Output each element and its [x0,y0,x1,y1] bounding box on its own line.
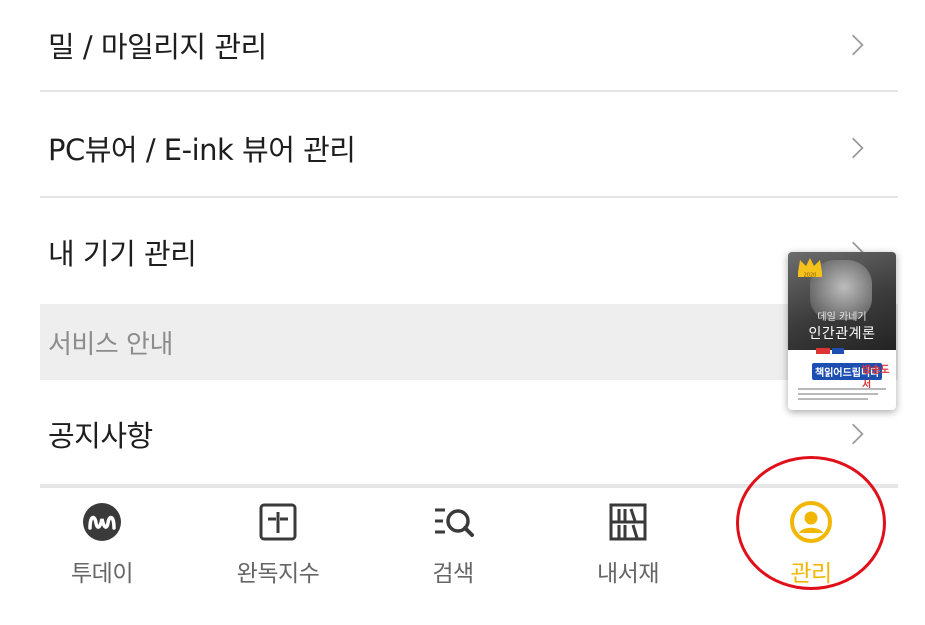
today-wave-icon [80,500,124,544]
menu-item-label: 내 기기 관리 [48,237,197,271]
cover-text-line [798,398,868,400]
book-badge: 책읽어드립니다 방송도서 [792,357,892,391]
book-title: 인간관계론 [808,326,876,342]
divider [40,90,898,92]
menu-item-label: 공지사항 [48,419,153,453]
section-header-label: 서비스 안내 [48,329,173,360]
bottom-tab-bar: 투데이 완독지수 검색 내서재 관리 [0,490,925,625]
chevron-right-icon [852,423,864,445]
search-list-icon [431,500,475,544]
profile-icon [789,500,833,544]
divider [40,196,898,198]
cover-tag [832,348,844,354]
menu-item-label: PC뷰어 / E-ink 뷰어 관리 [48,133,356,167]
settings-screen: 밀 / 마일리지 관리 PC뷰어 / E-ink 뷰어 관리 내 기기 관리 서… [0,0,925,625]
tab-label: 검색 [432,561,474,587]
tab-reading-index[interactable]: 완독지수 [213,500,343,600]
menu-item-label: 밀 / 마일리지 관리 [48,30,267,64]
cover-tag [816,348,830,354]
crown-year: 2020 [804,273,817,279]
book-badge-tag: 방송도서 [862,365,890,391]
tab-label: 내서재 [597,561,659,587]
bookshelf-icon [606,500,650,544]
tab-label: 투데이 [71,561,133,587]
tab-search[interactable]: 검색 [388,500,518,600]
chevron-right-icon [852,34,864,56]
cover-text-line [798,393,878,395]
menu-item-devices[interactable]: 내 기기 관리 [40,200,898,304]
menu-item-mileage[interactable]: 밀 / 마일리지 관리 [40,0,898,90]
crown-badge-icon: 2020 [798,258,822,279]
section-header-service: 서비스 안내 [40,304,898,380]
tab-label: 완독지수 [236,561,320,587]
tabbar-separator [40,484,898,488]
book-author: 데일 카네기 [817,312,867,323]
menu-item-viewer[interactable]: PC뷰어 / E-ink 뷰어 관리 [40,96,898,200]
tab-manage[interactable]: 관리 [746,500,876,600]
menu-item-notice[interactable]: 공지사항 [40,386,898,482]
cover-text-line [798,388,886,390]
book-promo-banner[interactable]: 2020 데일 카네기 인간관계론 책읽어드립니다 방송도서 [788,252,896,410]
chevron-right-icon [852,137,864,159]
tab-library[interactable]: 내서재 [563,500,693,600]
reading-index-icon [256,500,300,544]
tab-label: 관리 [790,561,832,587]
tab-today[interactable]: 투데이 [37,500,167,600]
